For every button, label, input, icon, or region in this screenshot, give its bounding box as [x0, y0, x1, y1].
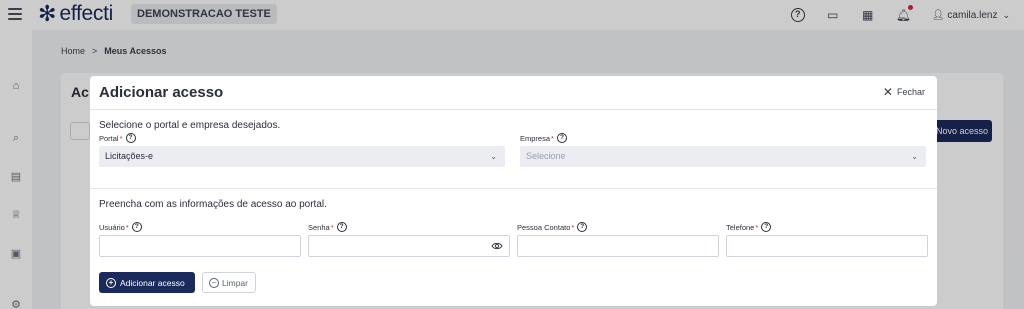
required-mark: * [119, 133, 123, 143]
telefone-label: Telefone * ? [726, 222, 772, 232]
contato-input[interactable] [517, 235, 719, 257]
required-mark: * [125, 222, 129, 232]
help-icon[interactable]: ? [125, 133, 136, 143]
portal-label-text: Portal [99, 133, 119, 143]
add-access-button[interactable]: + Adicionar acesso [99, 272, 195, 293]
required-mark: * [330, 222, 334, 232]
help-icon[interactable]: ? [577, 222, 588, 232]
contato-label-text: Pessoa Contato [517, 222, 571, 232]
modal-title: Adicionar acesso [99, 84, 224, 101]
eye-icon[interactable] [491, 241, 503, 251]
contato-label: Pessoa Contato * ? [517, 222, 588, 232]
empresa-select-placeholder: Selecione [526, 151, 566, 161]
plus-circle-icon: + [106, 277, 116, 288]
required-mark: * [755, 222, 759, 232]
add-access-label: Adicionar acesso [120, 277, 185, 288]
close-icon: ✕ [882, 85, 893, 99]
clear-label: Limpar [222, 277, 248, 288]
usuario-input[interactable] [99, 235, 301, 257]
close-button[interactable]: ✕ Fechar [882, 85, 925, 99]
section-portal-title: Selecione o portal e empresa desejados. [99, 120, 281, 131]
telefone-label-text: Telefone [726, 222, 755, 232]
chevron-down-icon: ⌄ [490, 152, 497, 161]
telefone-input[interactable] [726, 235, 928, 257]
senha-input[interactable] [308, 235, 510, 257]
senha-label-text: Senha [308, 222, 330, 232]
help-icon[interactable]: ? [556, 133, 567, 143]
required-mark: * [571, 222, 575, 232]
add-access-modal: Adicionar acesso ✕ Fechar Selecione o po… [90, 76, 937, 306]
section-divider [90, 188, 937, 189]
portal-label: Portal * ? [99, 133, 136, 143]
section-credentials-title: Preencha com as informações de acesso ao… [99, 199, 327, 210]
help-icon[interactable]: ? [761, 222, 772, 232]
empresa-label: Empresa * ? [520, 133, 567, 143]
clear-button[interactable]: – Limpar [202, 272, 256, 293]
help-icon[interactable]: ? [336, 222, 347, 232]
usuario-label: Usuário * ? [99, 222, 142, 232]
chevron-down-icon: ⌄ [911, 152, 918, 161]
help-icon[interactable]: ? [131, 222, 142, 232]
portal-select-value: Licitações-e [105, 151, 154, 161]
empresa-select[interactable]: Selecione ⌄ [520, 146, 926, 167]
empresa-label-text: Empresa [520, 133, 551, 143]
usuario-label-text: Usuário [99, 222, 125, 232]
senha-label: Senha * ? [308, 222, 347, 232]
close-label: Fechar [896, 87, 925, 97]
portal-select[interactable]: Licitações-e ⌄ [99, 146, 505, 167]
required-mark: * [551, 133, 554, 143]
minus-circle-icon: – [209, 277, 219, 288]
modal-header: Adicionar acesso ✕ Fechar [90, 76, 937, 110]
